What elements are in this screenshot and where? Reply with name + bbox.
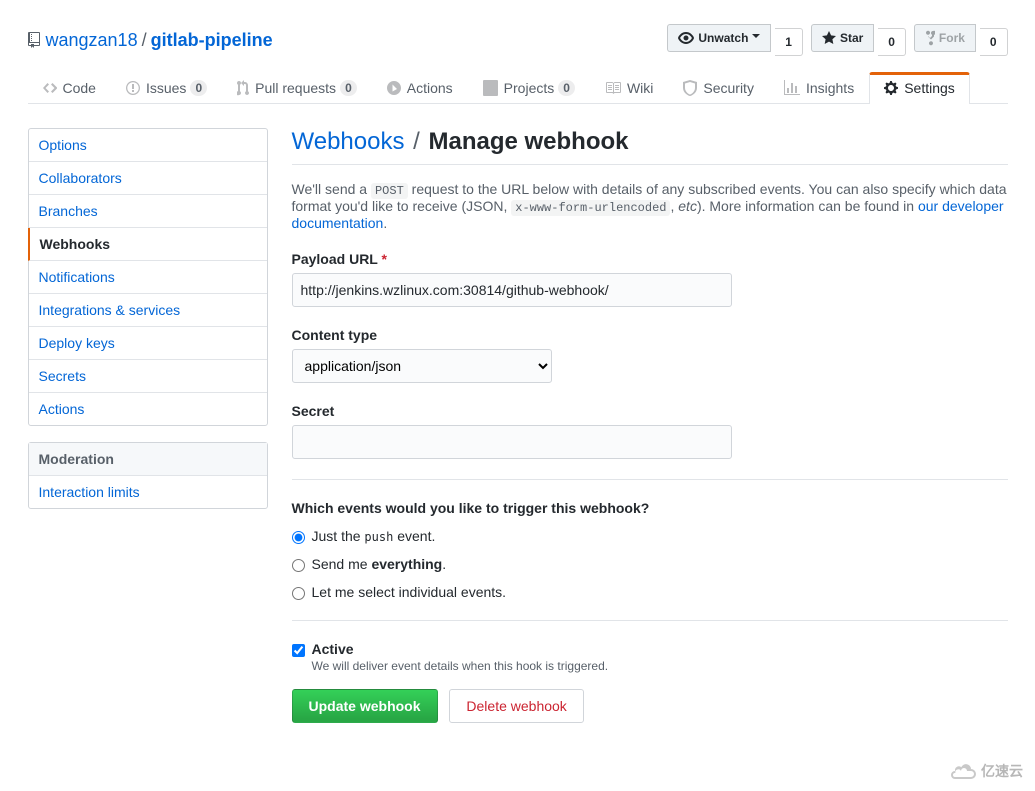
issue-icon: [126, 80, 140, 96]
event-individual-radio[interactable]: [292, 587, 305, 600]
gear-icon: [884, 80, 898, 96]
secret-input[interactable]: [292, 425, 732, 459]
divider: [292, 620, 1008, 621]
sidebar-heading-moderation: Moderation: [29, 443, 267, 476]
active-checkbox[interactable]: [292, 644, 305, 657]
repo-sep: /: [142, 30, 147, 51]
active-option[interactable]: Active: [312, 641, 354, 657]
divider: [292, 479, 1008, 480]
projects-count: 0: [558, 80, 575, 96]
star-label: Star: [840, 28, 863, 48]
eye-icon: [678, 30, 694, 46]
tab-actions[interactable]: Actions: [372, 72, 468, 104]
payload-url-input[interactable]: [292, 273, 732, 307]
star-button[interactable]: Star: [811, 24, 874, 52]
settings-content: Webhooks / Manage webhook We'll send a P…: [292, 128, 1008, 723]
page-title: Manage webhook: [428, 128, 628, 155]
repo-name-link[interactable]: gitlab-pipeline: [151, 30, 273, 50]
book-icon: [605, 80, 621, 96]
subhead: Webhooks / Manage webhook: [292, 128, 1008, 165]
secret-label: Secret: [292, 403, 1008, 419]
cloud-icon: [949, 762, 977, 780]
watch-count[interactable]: 1: [775, 28, 803, 56]
sidebar-item-notifications[interactable]: Notifications: [29, 261, 267, 294]
pagehead-actions: Unwatch 1 Star 0 Fork 0: [667, 24, 1007, 56]
sidebar-item-collaborators[interactable]: Collaborators: [29, 162, 267, 195]
delete-webhook-button[interactable]: Delete webhook: [449, 689, 583, 723]
repo-nav: Code Issues0 Pull requests0 Actions Proj…: [28, 72, 1008, 104]
unwatch-button[interactable]: Unwatch: [667, 24, 771, 52]
caret-icon: [752, 34, 760, 42]
repo-icon: [28, 32, 40, 48]
code-icon: [43, 80, 57, 96]
sidebar-item-branches[interactable]: Branches: [29, 195, 267, 228]
event-push-radio[interactable]: [292, 531, 305, 544]
tab-projects[interactable]: Projects0: [468, 72, 590, 104]
repo-head: wangzan18 / gitlab-pipeline Unwatch 1 St…: [28, 0, 1008, 104]
active-note: We will deliver event details when this …: [312, 659, 1008, 673]
tab-wiki[interactable]: Wiki: [590, 72, 668, 104]
tab-settings[interactable]: Settings: [869, 72, 970, 104]
sidebar-item-actions[interactable]: Actions: [29, 393, 267, 425]
project-icon: [483, 80, 498, 96]
fork-button[interactable]: Fork: [914, 24, 976, 52]
fork-label: Fork: [939, 28, 965, 48]
repo-title: wangzan18 / gitlab-pipeline: [28, 30, 273, 51]
tab-code[interactable]: Code: [28, 72, 111, 104]
tab-insights[interactable]: Insights: [769, 72, 869, 104]
settings-sidebar: Options Collaborators Branches Webhooks …: [28, 128, 268, 723]
webhook-description: We'll send a POST request to the URL bel…: [292, 181, 1008, 231]
sidebar-item-options[interactable]: Options: [29, 129, 267, 162]
graph-icon: [784, 80, 800, 96]
play-icon: [387, 80, 401, 96]
star-count[interactable]: 0: [878, 28, 906, 56]
pulls-count: 0: [340, 80, 357, 96]
breadcrumb-webhooks[interactable]: Webhooks: [292, 128, 405, 155]
issues-count: 0: [190, 80, 207, 96]
fork-icon: [925, 30, 935, 46]
event-everything-radio[interactable]: [292, 559, 305, 572]
payload-url-label: Payload URL *: [292, 251, 1008, 267]
fork-count[interactable]: 0: [980, 28, 1008, 56]
sidebar-item-webhooks[interactable]: Webhooks: [28, 228, 267, 261]
pr-icon: [237, 80, 249, 96]
content-type-label: Content type: [292, 327, 1008, 343]
update-webhook-button[interactable]: Update webhook: [292, 689, 438, 723]
sidebar-item-integrations[interactable]: Integrations & services: [29, 294, 267, 327]
content-type-select[interactable]: application/json: [292, 349, 552, 383]
sidebar-item-secrets[interactable]: Secrets: [29, 360, 267, 393]
sidebar-item-interaction-limits[interactable]: Interaction limits: [29, 476, 267, 508]
event-push-option[interactable]: Just the push event.: [312, 528, 436, 544]
tab-security[interactable]: Security: [668, 72, 769, 104]
tab-pulls[interactable]: Pull requests0: [222, 72, 372, 104]
event-individual-option[interactable]: Let me select individual events.: [312, 584, 507, 600]
sidebar-item-deploy-keys[interactable]: Deploy keys: [29, 327, 267, 360]
unwatch-label: Unwatch: [698, 28, 748, 48]
shield-icon: [683, 80, 697, 96]
watermark: 亿速云: [949, 761, 1023, 781]
repo-owner-link[interactable]: wangzan18: [46, 30, 138, 51]
events-heading: Which events would you like to trigger t…: [292, 500, 1008, 516]
event-everything-option[interactable]: Send me everything.: [312, 556, 447, 572]
star-icon: [822, 30, 836, 46]
tab-issues[interactable]: Issues0: [111, 72, 222, 104]
